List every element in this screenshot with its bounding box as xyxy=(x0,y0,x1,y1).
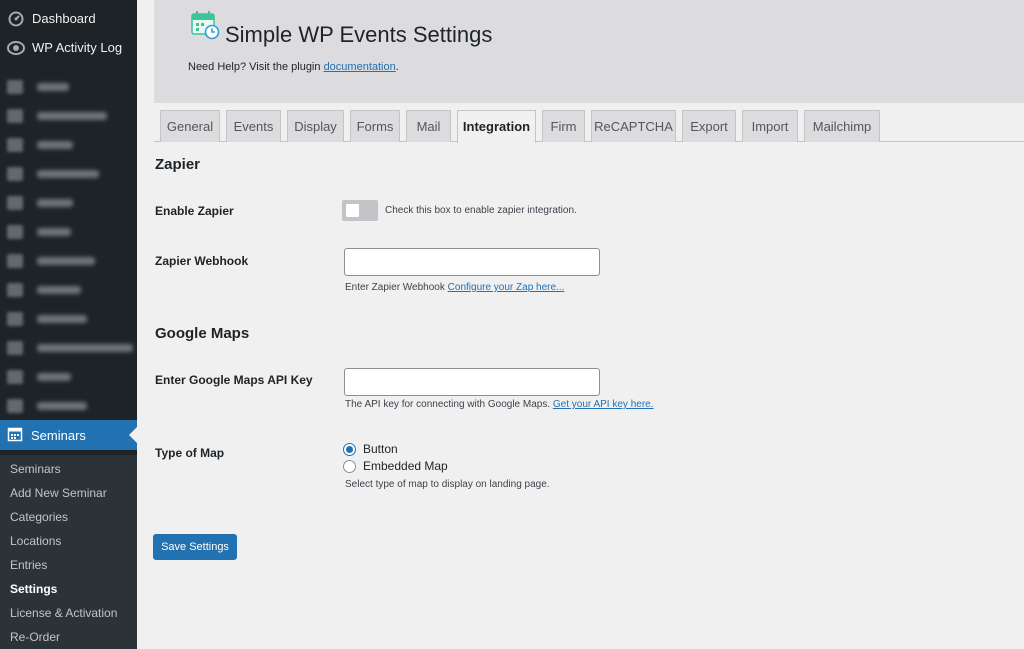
settings-tabs: General Events Display Forms Mail Integr… xyxy=(154,110,1024,143)
menu-item-blurred[interactable] xyxy=(0,101,137,130)
calendar-clock-icon xyxy=(190,10,220,40)
webhook-desc-text: Enter Zapier Webhook xyxy=(345,282,445,293)
map-type-description: Select type of map to display on landing… xyxy=(345,479,550,490)
dashboard-icon xyxy=(7,10,25,28)
tab-mail[interactable]: Mail xyxy=(406,110,451,142)
menu-item-blurred[interactable] xyxy=(0,362,137,391)
google-maps-api-key-input[interactable] xyxy=(344,368,600,396)
menu-item-wp-activity-log[interactable]: WP Activity Log xyxy=(0,33,137,62)
get-api-key-link[interactable]: Get your API key here. xyxy=(553,399,654,410)
toggle-knob xyxy=(346,204,359,217)
save-settings-button[interactable]: Save Settings xyxy=(153,534,237,560)
admin-sidebar: Dashboard WP Activity Log Seminars Semin… xyxy=(0,0,137,649)
menu-item-blurred[interactable] xyxy=(0,275,137,304)
enable-zapier-toggle[interactable] xyxy=(342,200,378,221)
blurred-icon xyxy=(7,282,23,297)
google-maps-api-key-label: Enter Google Maps API Key xyxy=(155,373,313,387)
menu-item-blurred[interactable] xyxy=(0,188,137,217)
zapier-webhook-description: Enter Zapier Webhook Configure your Zap … xyxy=(345,282,564,293)
menu-item-label: WP Activity Log xyxy=(32,40,123,55)
tab-export[interactable]: Export xyxy=(682,110,736,142)
submenu-seminars[interactable]: Seminars xyxy=(0,457,137,481)
blurred-icon xyxy=(7,340,23,355)
menu-item-blurred[interactable] xyxy=(0,333,137,362)
enable-zapier-description: Check this box to enable zapier integrat… xyxy=(385,205,577,216)
tab-display[interactable]: Display xyxy=(287,110,344,142)
menu-item-blurred[interactable] xyxy=(0,72,137,101)
submenu-license-activation[interactable]: License & Activation xyxy=(0,601,137,625)
submenu-locations[interactable]: Locations xyxy=(0,529,137,553)
tab-forms[interactable]: Forms xyxy=(350,110,400,142)
map-type-button-option[interactable]: Button xyxy=(343,442,398,456)
calendar-icon xyxy=(7,426,23,445)
tab-general[interactable]: General xyxy=(160,110,220,142)
menu-item-blurred[interactable] xyxy=(0,217,137,246)
menu-item-label: Seminars xyxy=(31,427,86,443)
zapier-webhook-input[interactable] xyxy=(344,248,600,276)
menu-item-blurred[interactable] xyxy=(0,130,137,159)
menu-item-blurred[interactable] xyxy=(0,246,137,275)
blurred-icon xyxy=(7,137,23,152)
enable-zapier-label: Enable Zapier xyxy=(155,204,234,218)
tab-integration[interactable]: Integration xyxy=(457,110,536,143)
radio-button-checked[interactable] xyxy=(343,442,356,456)
blurred-icon xyxy=(7,108,23,123)
page-title: Simple WP Events Settings xyxy=(225,22,493,47)
help-text: Need Help? Visit the plugin xyxy=(188,61,321,73)
menu-item-blurred[interactable] xyxy=(0,304,137,333)
menu-item-blurred[interactable] xyxy=(0,391,137,420)
blurred-icon xyxy=(7,398,23,413)
configure-zap-link[interactable]: Configure your Zap here... xyxy=(448,282,565,293)
menu-item-dashboard[interactable]: Dashboard xyxy=(0,4,137,33)
blurred-icon xyxy=(7,253,23,268)
google-maps-section-title: Google Maps xyxy=(155,325,250,342)
radio-label: Embedded Map xyxy=(363,459,448,473)
menu-item-blurred[interactable] xyxy=(0,159,137,188)
blurred-icon xyxy=(7,195,23,210)
map-type-embedded-option[interactable]: Embedded Map xyxy=(343,459,448,473)
api-key-desc-text: The API key for connecting with Google M… xyxy=(345,399,551,410)
submenu-entries[interactable]: Entries xyxy=(0,553,137,577)
menu-item-label: Dashboard xyxy=(32,11,96,26)
type-of-map-label: Type of Map xyxy=(155,446,225,460)
tab-recaptcha[interactable]: ReCAPTCHA xyxy=(591,110,676,142)
settings-header: Simple WP Events Settings Need Help? Vis… xyxy=(154,0,1024,103)
radio-label: Button xyxy=(363,442,398,456)
radio-button[interactable] xyxy=(343,459,356,473)
help-line: Need Help? Visit the plugin documentatio… xyxy=(188,61,399,73)
tab-mailchimp[interactable]: Mailchimp xyxy=(804,110,880,142)
submenu-settings[interactable]: Settings xyxy=(0,577,137,601)
help-suffix: . xyxy=(395,61,399,73)
api-key-description: The API key for connecting with Google M… xyxy=(345,399,654,410)
zapier-section-title: Zapier xyxy=(155,156,201,173)
seminars-submenu: Seminars Add New Seminar Categories Loca… xyxy=(0,455,137,649)
tab-firm[interactable]: Firm xyxy=(542,110,585,142)
blurred-icon xyxy=(7,369,23,384)
blurred-icon xyxy=(7,166,23,181)
blurred-icon xyxy=(7,224,23,239)
submenu-add-new-seminar[interactable]: Add New Seminar xyxy=(0,481,137,505)
documentation-link[interactable]: documentation xyxy=(324,61,396,73)
tab-events[interactable]: Events xyxy=(226,110,281,142)
zapier-webhook-label: Zapier Webhook xyxy=(155,254,249,268)
submenu-categories[interactable]: Categories xyxy=(0,505,137,529)
submenu-re-order[interactable]: Re-Order xyxy=(0,625,137,649)
tab-import[interactable]: Import xyxy=(742,110,798,142)
menu-item-seminars[interactable]: Seminars xyxy=(0,420,137,450)
blurred-icon xyxy=(7,311,23,326)
eye-icon xyxy=(7,39,25,57)
blurred-icon xyxy=(7,79,23,94)
